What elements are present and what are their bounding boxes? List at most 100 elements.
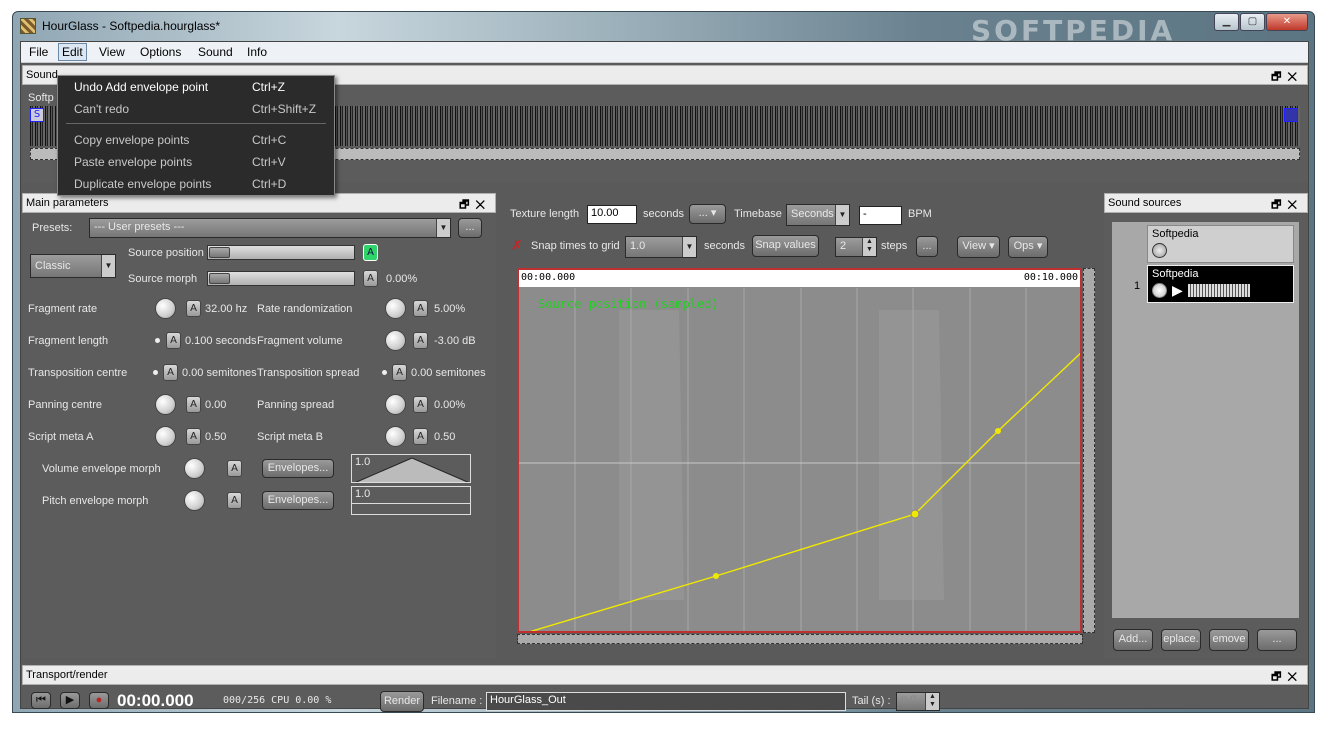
- auto-button[interactable]: A: [413, 396, 428, 413]
- auto-button[interactable]: A: [186, 428, 201, 445]
- snap-values-button[interactable]: Snap values: [752, 235, 819, 257]
- source-position-auto-button[interactable]: A: [363, 244, 378, 261]
- play-icon[interactable]: ▶: [1172, 283, 1183, 298]
- mode-combo[interactable]: Classic ▼: [30, 254, 116, 278]
- auto-button[interactable]: A: [166, 332, 181, 349]
- editor-canvas[interactable]: [519, 270, 1082, 633]
- play-button[interactable]: ▶: [60, 692, 80, 709]
- panel-controls[interactable]: 🗗✕: [1271, 668, 1303, 687]
- panel-controls[interactable]: 🗗✕: [1271, 68, 1303, 87]
- replace-source-button[interactable]: eplace.: [1161, 629, 1201, 651]
- script-meta-b-label: Script meta B: [257, 431, 324, 443]
- source-morph-auto-button[interactable]: A: [363, 270, 378, 287]
- volume-envelopes-button[interactable]: Envelopes...: [262, 459, 334, 478]
- pitch-envelope-preview[interactable]: 1.0: [351, 486, 471, 515]
- menu-sound[interactable]: Sound: [198, 45, 233, 59]
- tail-spinbox[interactable]: 0.0 ▲ ▼: [896, 692, 940, 711]
- menu-item-paste[interactable]: Paste envelope points Ctrl+V: [58, 152, 334, 172]
- snap-checkbox[interactable]: ✗: [511, 239, 524, 253]
- menu-item-undo[interactable]: Undo Add envelope point Ctrl+Z: [58, 77, 334, 97]
- panning-centre-knob[interactable]: [155, 394, 176, 415]
- menu-file[interactable]: File: [29, 45, 48, 59]
- source-knob[interactable]: [1152, 283, 1167, 298]
- fragment-length-knob[interactable]: [155, 338, 160, 343]
- end-marker[interactable]: [1284, 108, 1298, 122]
- auto-button[interactable]: A: [392, 364, 407, 381]
- fragment-length-label: Fragment length: [28, 335, 109, 347]
- menu-item-redo[interactable]: Can't redo Ctrl+Shift+Z: [58, 99, 334, 119]
- bpm-label: BPM: [908, 208, 932, 220]
- close-button[interactable]: ✕: [1266, 13, 1308, 31]
- fragment-volume-label: Fragment volume: [257, 335, 343, 347]
- envelope-editor[interactable]: 00:00.000 00:10.000 Source position (sam…: [517, 268, 1082, 633]
- fragment-rate-value: 32.00 hz: [205, 303, 248, 315]
- steps-spinbox[interactable]: 2 ▲ ▼: [835, 237, 877, 257]
- source-knob[interactable]: [1152, 243, 1167, 258]
- auto-button[interactable]: A: [186, 396, 201, 413]
- sources-list[interactable]: Softpedia 1 Softpedia ▶: [1112, 222, 1299, 618]
- presets-combo[interactable]: --- User presets --- ▼: [89, 218, 451, 238]
- script-meta-a-value: 0.50: [205, 431, 227, 443]
- menu-view[interactable]: View: [99, 45, 125, 59]
- panel-controls[interactable]: 🗗✕: [1271, 196, 1303, 215]
- source-position-slider[interactable]: [207, 245, 355, 260]
- transposition-spread-knob[interactable]: [382, 370, 387, 375]
- panning-spread-knob[interactable]: [385, 394, 406, 415]
- source-item-selected[interactable]: Softpedia ▶: [1147, 265, 1294, 303]
- transposition-centre-knob[interactable]: [153, 370, 158, 375]
- source-morph-slider[interactable]: [207, 271, 355, 286]
- menu-info[interactable]: Info: [247, 45, 267, 59]
- timebase-combo[interactable]: Seconds ▼: [786, 204, 850, 226]
- texture-length-menu-button[interactable]: ... ▾: [689, 204, 726, 224]
- menu-item-duplicate[interactable]: Duplicate envelope points Ctrl+D: [58, 174, 334, 194]
- source-item[interactable]: Softpedia: [1147, 225, 1294, 263]
- minimize-button[interactable]: ▁: [1214, 13, 1239, 31]
- slider-thumb[interactable]: [209, 273, 230, 284]
- auto-button[interactable]: A: [413, 428, 428, 445]
- auto-button[interactable]: A: [227, 460, 242, 477]
- panel-controls[interactable]: 🗗✕: [459, 196, 491, 215]
- fragment-volume-value: -3.00 dB: [434, 335, 476, 347]
- menu-options[interactable]: Options: [140, 45, 181, 59]
- editor-hscrollbar[interactable]: [517, 634, 1083, 644]
- snap-seconds-label: seconds: [704, 240, 745, 252]
- fragment-rate-knob[interactable]: [155, 298, 176, 319]
- menu-item-copy[interactable]: Copy envelope points Ctrl+C: [58, 130, 334, 150]
- auto-button[interactable]: A: [413, 332, 428, 349]
- texture-length-input[interactable]: 10.00: [587, 205, 637, 224]
- sources-more-button[interactable]: ...: [1257, 629, 1297, 651]
- auto-button[interactable]: A: [163, 364, 178, 381]
- script-meta-b-knob[interactable]: [385, 426, 406, 447]
- ops-button[interactable]: Ops ▾: [1008, 236, 1048, 258]
- rate-randomization-knob[interactable]: [385, 298, 406, 319]
- tail-value: 0.0: [901, 694, 917, 706]
- auto-button[interactable]: A: [186, 300, 201, 317]
- add-source-button[interactable]: Add...: [1113, 629, 1153, 651]
- volume-envelope-preview[interactable]: 1.0: [351, 454, 471, 483]
- script-meta-b-value: 0.50: [434, 431, 456, 443]
- script-meta-a-knob[interactable]: [155, 426, 176, 447]
- menu-edit[interactable]: Edit: [58, 43, 87, 61]
- rewind-button[interactable]: ⏮: [31, 692, 51, 709]
- presets-more-button[interactable]: ...: [458, 218, 482, 238]
- remove-source-button[interactable]: emove: [1209, 629, 1249, 651]
- auto-button[interactable]: A: [227, 492, 242, 509]
- slider-thumb[interactable]: [209, 247, 230, 258]
- record-button[interactable]: ●: [89, 692, 109, 709]
- maximize-button[interactable]: ▢: [1240, 13, 1265, 31]
- fragment-volume-knob[interactable]: [385, 330, 406, 351]
- filename-input[interactable]: HourGlass_Out: [486, 692, 846, 711]
- editor-vscrollbar[interactable]: [1083, 268, 1095, 633]
- view-label: View: [962, 240, 987, 252]
- start-marker[interactable]: S: [30, 108, 44, 122]
- steps-more-button[interactable]: ...: [916, 236, 938, 257]
- view-button[interactable]: View ▾: [957, 236, 1000, 258]
- transposition-spread-label: Transposition spread: [257, 367, 360, 379]
- render-button[interactable]: Render: [380, 691, 424, 712]
- auto-button[interactable]: A: [413, 300, 428, 317]
- pitch-envelope-knob[interactable]: [184, 490, 205, 511]
- snap-grid-combo[interactable]: 1.0 ▼: [625, 236, 697, 258]
- pitch-envelopes-button[interactable]: Envelopes...: [262, 491, 334, 510]
- volume-envelope-knob[interactable]: [184, 458, 205, 479]
- bpm-input[interactable]: -: [859, 206, 902, 225]
